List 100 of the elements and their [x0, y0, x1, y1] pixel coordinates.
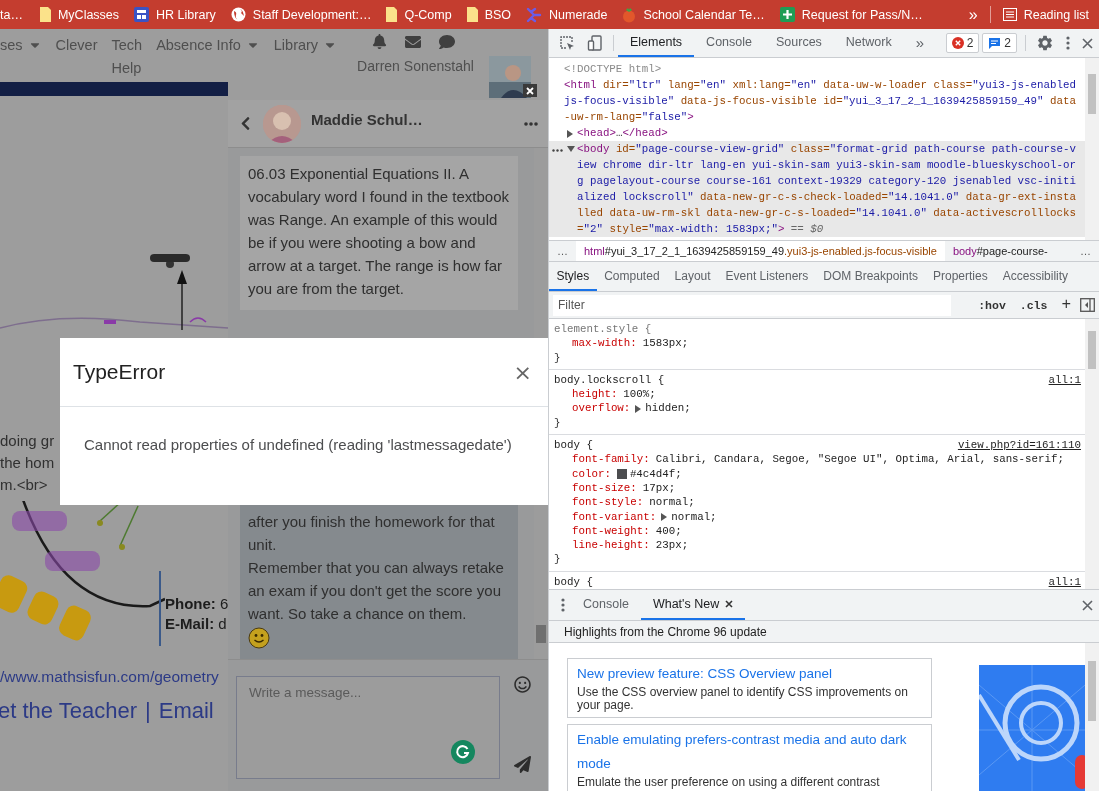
message-icon — [988, 36, 1002, 50]
settings-icon[interactable] — [1036, 34, 1054, 52]
panel-tab[interactable]: Console — [694, 29, 764, 57]
color-swatch[interactable] — [616, 468, 627, 479]
user-name: Darren Sonenstahl — [357, 58, 474, 74]
dom-node-text: <body id="page-course-view-grid" class="format-grid path-course path-course-view chrome dir-ltr lang-en yui-skin-sam yui3-skin-sam moodle-blueskyschool-org pagelayout-course course-161 context-19329 category-120 jsenabled vsc-initialized lockscroll" data-new-gr-c-s-check-loaded="14.1041.0" data-gr-ext-installed data-uw-rm-skl data-new-gr-c-s-loaded="14.1041.0" data-activescrolllocks="2" style="max-width: 1583px;"> == $0 — [577, 142, 1077, 237]
comment-icon[interactable] — [439, 34, 456, 50]
rule-selector: body { — [554, 574, 593, 589]
nav-link[interactable]: Tech Help — [111, 34, 143, 80]
error-icon — [951, 37, 964, 49]
contact-name: Maddie Schul… — [311, 111, 424, 128]
feature-link[interactable]: Enable emulating prefers-contrast media and auto dark mode — [577, 728, 922, 776]
link[interactable]: Email — [158, 698, 214, 724]
panel-tab[interactable]: Network — [833, 29, 904, 57]
pane-tab[interactable]: Layout — [667, 262, 719, 291]
send-icon[interactable] — [514, 756, 531, 773]
bell-icon[interactable] — [372, 34, 388, 49]
triangle-icon[interactable] — [661, 512, 668, 521]
plus-icon — [779, 7, 795, 22]
pane-tab[interactable]: DOM Breakpoints — [815, 262, 926, 291]
avatar[interactable] — [489, 56, 531, 98]
bookmark[interactable]: BSO — [466, 7, 512, 22]
rule-brace: } — [554, 553, 561, 566]
tomato-icon — [622, 6, 637, 23]
error-count[interactable]: 2 — [945, 33, 980, 53]
property-name: overflow: — [572, 401, 631, 416]
rule-selector: body.lockscroll { — [554, 372, 665, 388]
bookmark[interactable]: Numerade — [526, 6, 608, 23]
scrollbar[interactable] — [1085, 643, 1099, 791]
close-icon[interactable] — [1082, 599, 1093, 611]
nav-link[interactable]: ses — [0, 34, 42, 57]
close-icon[interactable] — [523, 84, 537, 97]
bookmark[interactable]: Q-Comp — [386, 7, 452, 22]
message-count[interactable]: 2 — [982, 33, 1017, 53]
source-link[interactable]: all:1 — [1048, 574, 1081, 589]
close-icon[interactable] — [725, 600, 734, 608]
close-icon[interactable] — [1082, 37, 1093, 49]
bookmark[interactable]: School Calendar Te… — [622, 6, 765, 23]
filter-field[interactable]: Filter — [553, 294, 951, 316]
message-field[interactable]: Write a message... — [236, 676, 500, 779]
property-value: normal; — [671, 509, 717, 524]
bookmarks-overflow[interactable]: » — [968, 5, 978, 24]
branch-icon — [526, 6, 543, 23]
reading-list-button[interactable]: Reading list — [1002, 7, 1089, 22]
emoji-icon[interactable] — [514, 676, 531, 693]
property-name: font-style: — [572, 495, 644, 510]
bookmark[interactable]: Staff Development:… — [230, 7, 372, 22]
breadcrumb-overflow[interactable]: … — [549, 241, 576, 261]
property-value: 400; — [655, 523, 682, 539]
property-name: font-family: — [572, 452, 650, 467]
property-name: height: — [572, 387, 618, 402]
more-icon[interactable] — [524, 121, 538, 126]
breadcrumb[interactable]: html#yui_3_17_2_1_1639425859159_49.yui3-js-enabled.js-focus-visible — [576, 241, 945, 261]
nav-link[interactable]: Library — [273, 34, 338, 57]
toolbar-button[interactable]: .cls — [1014, 298, 1053, 312]
close-button[interactable]: × — [513, 359, 532, 385]
nav-link[interactable]: Clever — [55, 34, 98, 57]
bookmark[interactable]: HR Library — [134, 7, 216, 22]
scrollbar[interactable] — [1085, 58, 1099, 240]
bookmark[interactable]: ta… — [0, 7, 23, 22]
more-icon[interactable] — [561, 598, 565, 612]
property-value: #4c4d4f; — [629, 466, 682, 481]
more-tabs-button[interactable]: » — [903, 29, 937, 57]
dom-node[interactable]: <!DOCTYPE html> — [549, 61, 1085, 77]
toolbar-button[interactable]: + — [1056, 296, 1076, 314]
property-value: hidden; — [645, 401, 691, 416]
contact-line: Phone: 6 — [165, 594, 229, 614]
bookmark[interactable]: MyClasses — [39, 7, 120, 22]
drawer-tab[interactable]: Console — [571, 590, 641, 620]
sidebar-toggle-icon[interactable] — [1080, 298, 1095, 312]
text-line: the hom — [0, 453, 55, 473]
pane-tab[interactable]: Event Listeners — [718, 262, 816, 291]
pane-tab[interactable]: Accessibility — [995, 262, 1076, 291]
rule-brace: } — [554, 351, 561, 364]
text-line: doing gr — [0, 431, 55, 451]
nav-link[interactable]: Absence Info — [156, 34, 260, 57]
property-name: font-weight: — [572, 523, 650, 539]
breadcrumb[interactable]: body#page-course- — [944, 241, 1056, 261]
source-link[interactable]: all:1 — [1048, 372, 1081, 388]
property-value: 1583px; — [642, 336, 689, 351]
pane-tab[interactable]: Properties — [925, 262, 996, 291]
panel-tab[interactable]: Sources — [764, 29, 834, 57]
bookmark[interactable]: Request for Pass/N… — [779, 7, 923, 22]
devices-icon[interactable] — [587, 35, 603, 51]
scrollbar[interactable] — [1085, 319, 1099, 589]
message-text: after you finish the homework for that unit. Remember that you can always retake an exam if you don't get the score you want. So take a chance on them. — [248, 512, 505, 624]
envelope-icon[interactable] — [405, 34, 422, 50]
property-name: font-size: — [572, 480, 637, 496]
toolbar-button[interactable]: :hov — [973, 298, 1011, 312]
property-name: max-width: — [572, 336, 637, 351]
feature-link[interactable]: New preview feature: CSS Overview panel — [577, 662, 922, 686]
link[interactable]: /www.mathsisfun.com/geometry — [0, 668, 228, 686]
cursor-box-icon[interactable] — [559, 35, 575, 51]
pane-tab[interactable]: Computed — [596, 262, 668, 291]
triangle-icon[interactable] — [635, 404, 642, 413]
breadcrumb-overflow[interactable]: … — [1072, 241, 1099, 261]
contact-line: E-Mail: d — [165, 614, 228, 634]
source-link[interactable]: view.php?id=161:110 — [957, 438, 1081, 453]
more-icon[interactable] — [1066, 36, 1070, 50]
triangle-icon[interactable] — [567, 146, 575, 152]
